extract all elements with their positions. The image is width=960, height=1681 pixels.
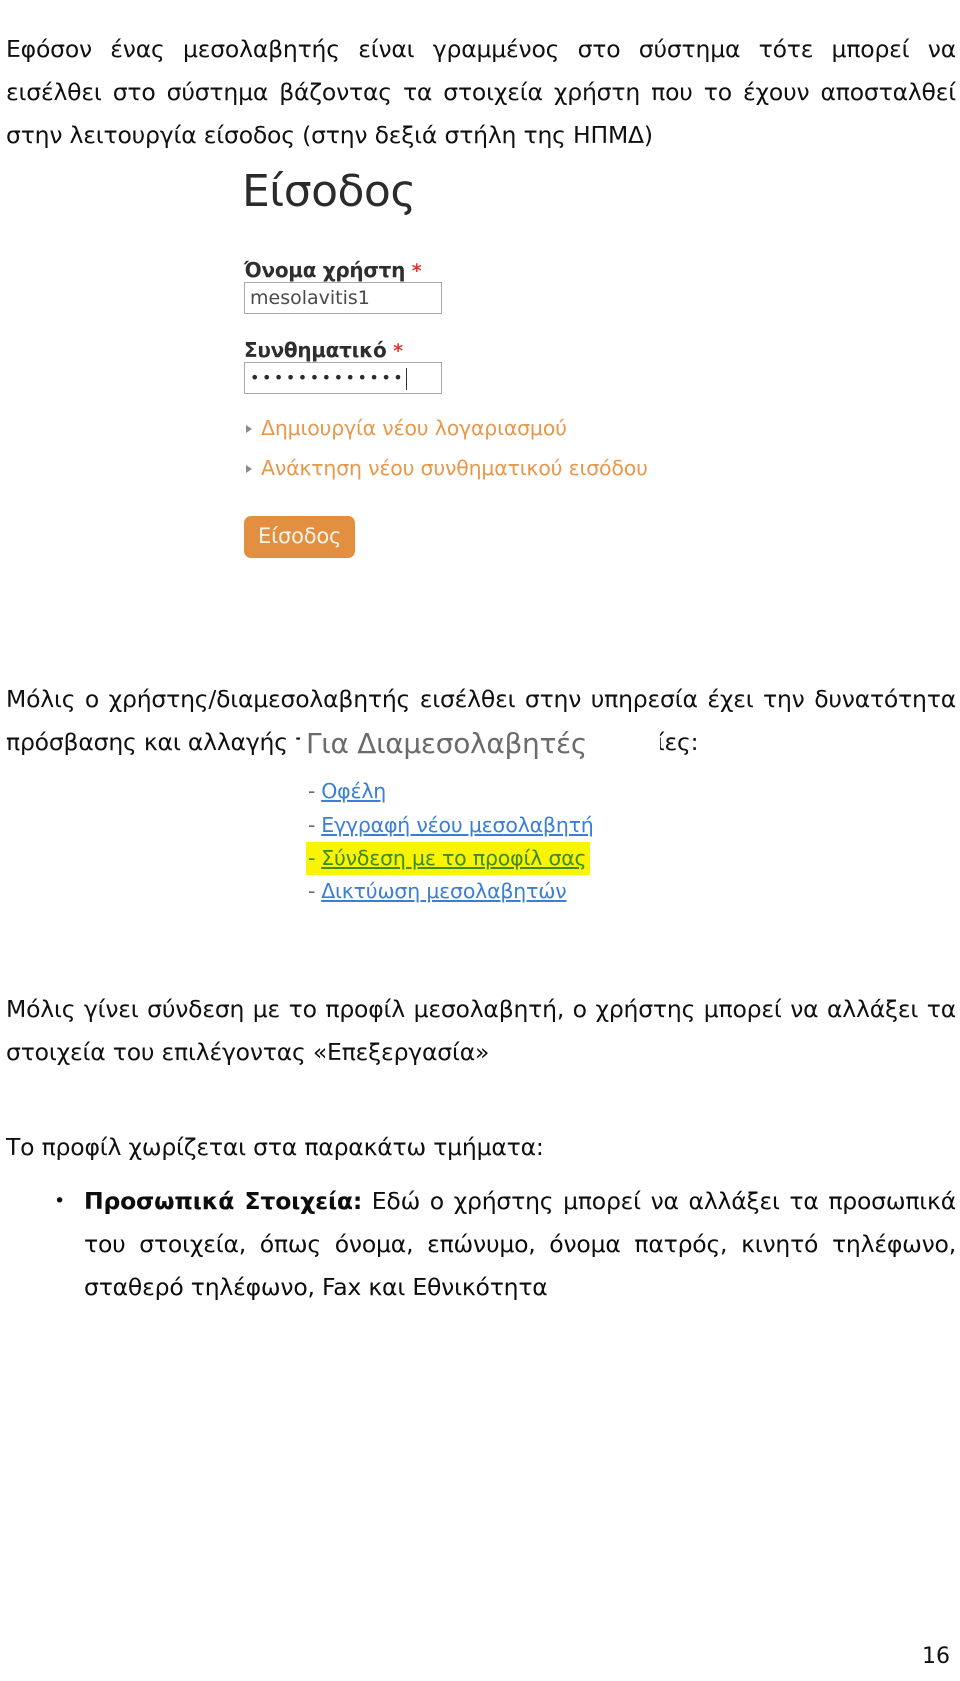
create-account-link-label: Δημιουργία νέου λογαριασμού (261, 416, 567, 440)
list-item: • Προσωπικά Στοιχεία: Εδώ ο χρήστης μπορ… (6, 1180, 956, 1309)
dash-icon: - (308, 779, 316, 803)
menu-item-mediators-network[interactable]: - Δικτύωση μεσολαβητών (308, 876, 567, 906)
dash-icon: - (308, 813, 316, 837)
menu-item-label: Σύνδεση με το προφίλ σας (321, 846, 587, 870)
required-asterisk-icon: * (393, 340, 403, 362)
password-input[interactable]: ••••••••••••• (244, 362, 442, 394)
username-input[interactable]: mesolavitis1 (244, 282, 442, 314)
bullet-arrow-icon (246, 425, 252, 433)
mediators-menu-screenshot: Για Διαμεσολαβητές - Οφέλη - Εγγραφή νέου … (300, 726, 660, 926)
login-form-screenshot: Είσοδος Όνομα χρήστη * mesolavitis1 Συνθ… (236, 166, 656, 586)
menu-item-benefits[interactable]: - Οφέλη (308, 776, 386, 806)
bullet-arrow-icon (246, 465, 252, 473)
dash-icon: - (308, 846, 316, 870)
bullet-point-icon: • (54, 1190, 66, 1212)
password-masked-value: ••••••••••••• (250, 368, 406, 387)
menu-item-login-to-profile[interactable]: - Σύνδεση με το προφίλ σας (306, 842, 591, 875)
password-label-text: Συνθηματικό (244, 338, 387, 362)
intro-paragraph: Εφόσον ένας μεσολαβητής είναι γραμμένος … (6, 34, 956, 149)
document-page: Εφόσον ένας μεσολαβητής είναι γραμμένος … (0, 0, 960, 1681)
dash-icon: - (308, 879, 316, 903)
profile-sections-list: • Προσωπικά Στοιχεία: Εδώ ο χρήστης μπορ… (6, 1180, 956, 1309)
reset-password-link-label: Ανάκτηση νέου συνθηματικού εισόδου (261, 456, 648, 480)
text-caret-icon (406, 368, 408, 390)
menu-item-label: Δικτύωση μεσολαβητών (321, 879, 567, 903)
menu-item-register-new-mediator[interactable]: - Εγγραφή νέου μεσολαβητή (308, 810, 594, 840)
menu-item-label: Εγγραφή νέου μεσολαβητή (321, 813, 594, 837)
username-label: Όνομα χρήστη * (244, 258, 422, 282)
parts-intro-paragraph: Το προφίλ χωρίζεται στα παρακάτω τμήματα… (6, 1132, 544, 1161)
reset-password-link[interactable]: Ανάκτηση νέου συνθηματικού εισόδου (246, 456, 648, 480)
mediators-menu-heading: Για Διαμεσολαβητές (306, 727, 588, 760)
after-menu-paragraph: Μόλις γίνει σύνδεση με το προφίλ μεσολαβ… (6, 994, 956, 1066)
password-label: Συνθηματικό * (244, 338, 403, 362)
menu-item-label: Οφέλη (321, 779, 387, 803)
username-label-text: Όνομα χρήστη (244, 258, 406, 282)
create-account-link[interactable]: Δημιουργία νέου λογαριασμού (246, 416, 567, 440)
page-number: 16 (922, 1644, 950, 1669)
login-submit-button[interactable]: Είσοδος (244, 516, 356, 558)
list-item-lead: Προσωπικά Στοιχεία: (84, 1187, 363, 1215)
required-asterisk-icon: * (411, 260, 422, 282)
login-heading: Είσοδος (242, 166, 416, 217)
